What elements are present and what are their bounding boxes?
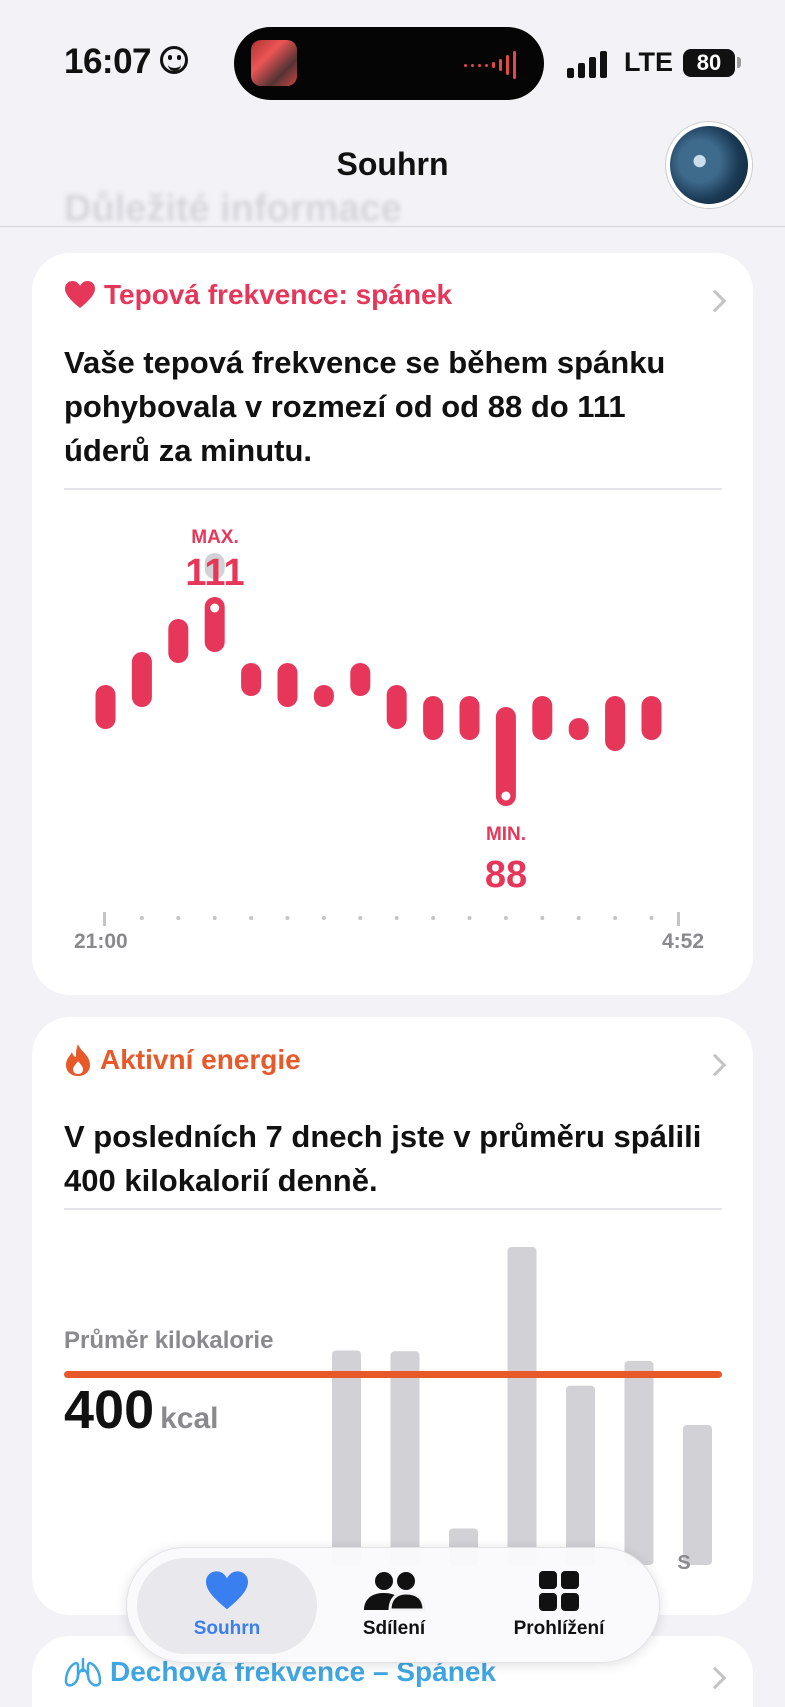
energy-bar (332, 1350, 361, 1565)
audio-wave-icon (464, 51, 516, 79)
hr-bar (241, 663, 262, 696)
max-label: MAX. (191, 527, 239, 548)
hr-bar (532, 696, 553, 740)
energy-bar (624, 1360, 654, 1565)
tab-prohlizeni[interactable]: Prohlížení (469, 1558, 649, 1654)
x-tick-start: 21:00 (74, 930, 128, 953)
axis-dot (540, 916, 545, 920)
hr-bar (459, 696, 480, 740)
average-unit: kcal (160, 1402, 219, 1435)
axis-dot (503, 916, 508, 920)
axis-dot (321, 916, 326, 920)
hr-bar (350, 663, 371, 696)
axis-dot (285, 916, 290, 920)
now-playing-artwork (251, 40, 297, 86)
grid-icon (539, 1571, 579, 1611)
smiley-icon (160, 46, 188, 74)
tab-label: Prohlížení (513, 1618, 605, 1639)
status-bar: 16:07 LTE 80 (0, 0, 785, 120)
average-label: Průměr kilokalorie (64, 1327, 274, 1354)
energy-bar (507, 1247, 537, 1565)
active-energy-card[interactable]: Aktivní energie V posledních 7 dnech jst… (32, 1017, 753, 1615)
hr-bar (568, 718, 589, 740)
axis-dot (394, 916, 399, 920)
active-energy-chart: S (64, 1247, 722, 1574)
tab-bar: Souhrn Sdílení Prohlížení (126, 1547, 660, 1663)
hr-bar (641, 696, 662, 740)
axis-dot (431, 916, 436, 920)
day-label: S (677, 1552, 690, 1574)
battery-icon: 80 (683, 49, 735, 77)
axis-dot (613, 916, 618, 920)
tab-sdileni[interactable]: Sdílení (304, 1558, 484, 1654)
axis-dot (249, 916, 254, 920)
hr-bar (168, 619, 189, 663)
tab-souhrn[interactable]: Souhrn (137, 1558, 317, 1654)
profile-avatar[interactable] (666, 122, 752, 208)
header-divider (0, 226, 785, 227)
energy-bar (566, 1385, 595, 1565)
tab-label: Souhrn (193, 1618, 261, 1639)
hr-bar (277, 663, 298, 707)
heart-rate-card[interactable]: Tepová frekvence: spánek Vaše tepová fre… (32, 253, 753, 995)
dynamic-island[interactable] (234, 27, 544, 100)
max-value: 111 (185, 552, 244, 594)
hr-bar (95, 685, 116, 729)
axis-dot (176, 916, 181, 920)
hr-bar (423, 696, 444, 740)
hr-bar (605, 696, 626, 751)
axis-dot (358, 916, 363, 920)
x-tick-end: 4:52 (662, 930, 704, 953)
axis-dot (212, 916, 217, 920)
axis-dot (467, 916, 472, 920)
axis-dot (649, 916, 654, 920)
hr-bar (131, 652, 152, 707)
axis-tick (103, 912, 106, 926)
min-value: 88 (485, 854, 527, 896)
axis-dot (139, 916, 144, 920)
average-line (64, 1371, 722, 1378)
battery-tip (737, 57, 741, 68)
heart-rate-chart: MAX. 111 MIN. 88 21:00 4:52 (74, 527, 704, 953)
signal-icon (567, 50, 607, 78)
lungs-icon (64, 1657, 102, 1687)
hr-bar (386, 685, 407, 729)
axis-tick (677, 912, 680, 926)
people-icon (364, 1572, 426, 1612)
min-point (498, 788, 514, 804)
network-type: LTE (624, 47, 673, 77)
average-value: 400 kcal (64, 1379, 219, 1441)
hr-bar (313, 685, 334, 707)
tab-label: Sdílení (362, 1618, 426, 1639)
max-point (207, 600, 223, 616)
axis-dot (576, 916, 581, 920)
chevron-right-icon[interactable] (703, 1666, 727, 1690)
energy-bar (683, 1424, 712, 1565)
average-number: 400 (64, 1380, 155, 1440)
energy-bar (390, 1351, 420, 1565)
min-label: MIN. (486, 824, 526, 845)
section-heading-scrolled: Důležité informace (64, 188, 402, 230)
clock: 16:07 (64, 42, 152, 81)
heart-icon (206, 1571, 248, 1610)
